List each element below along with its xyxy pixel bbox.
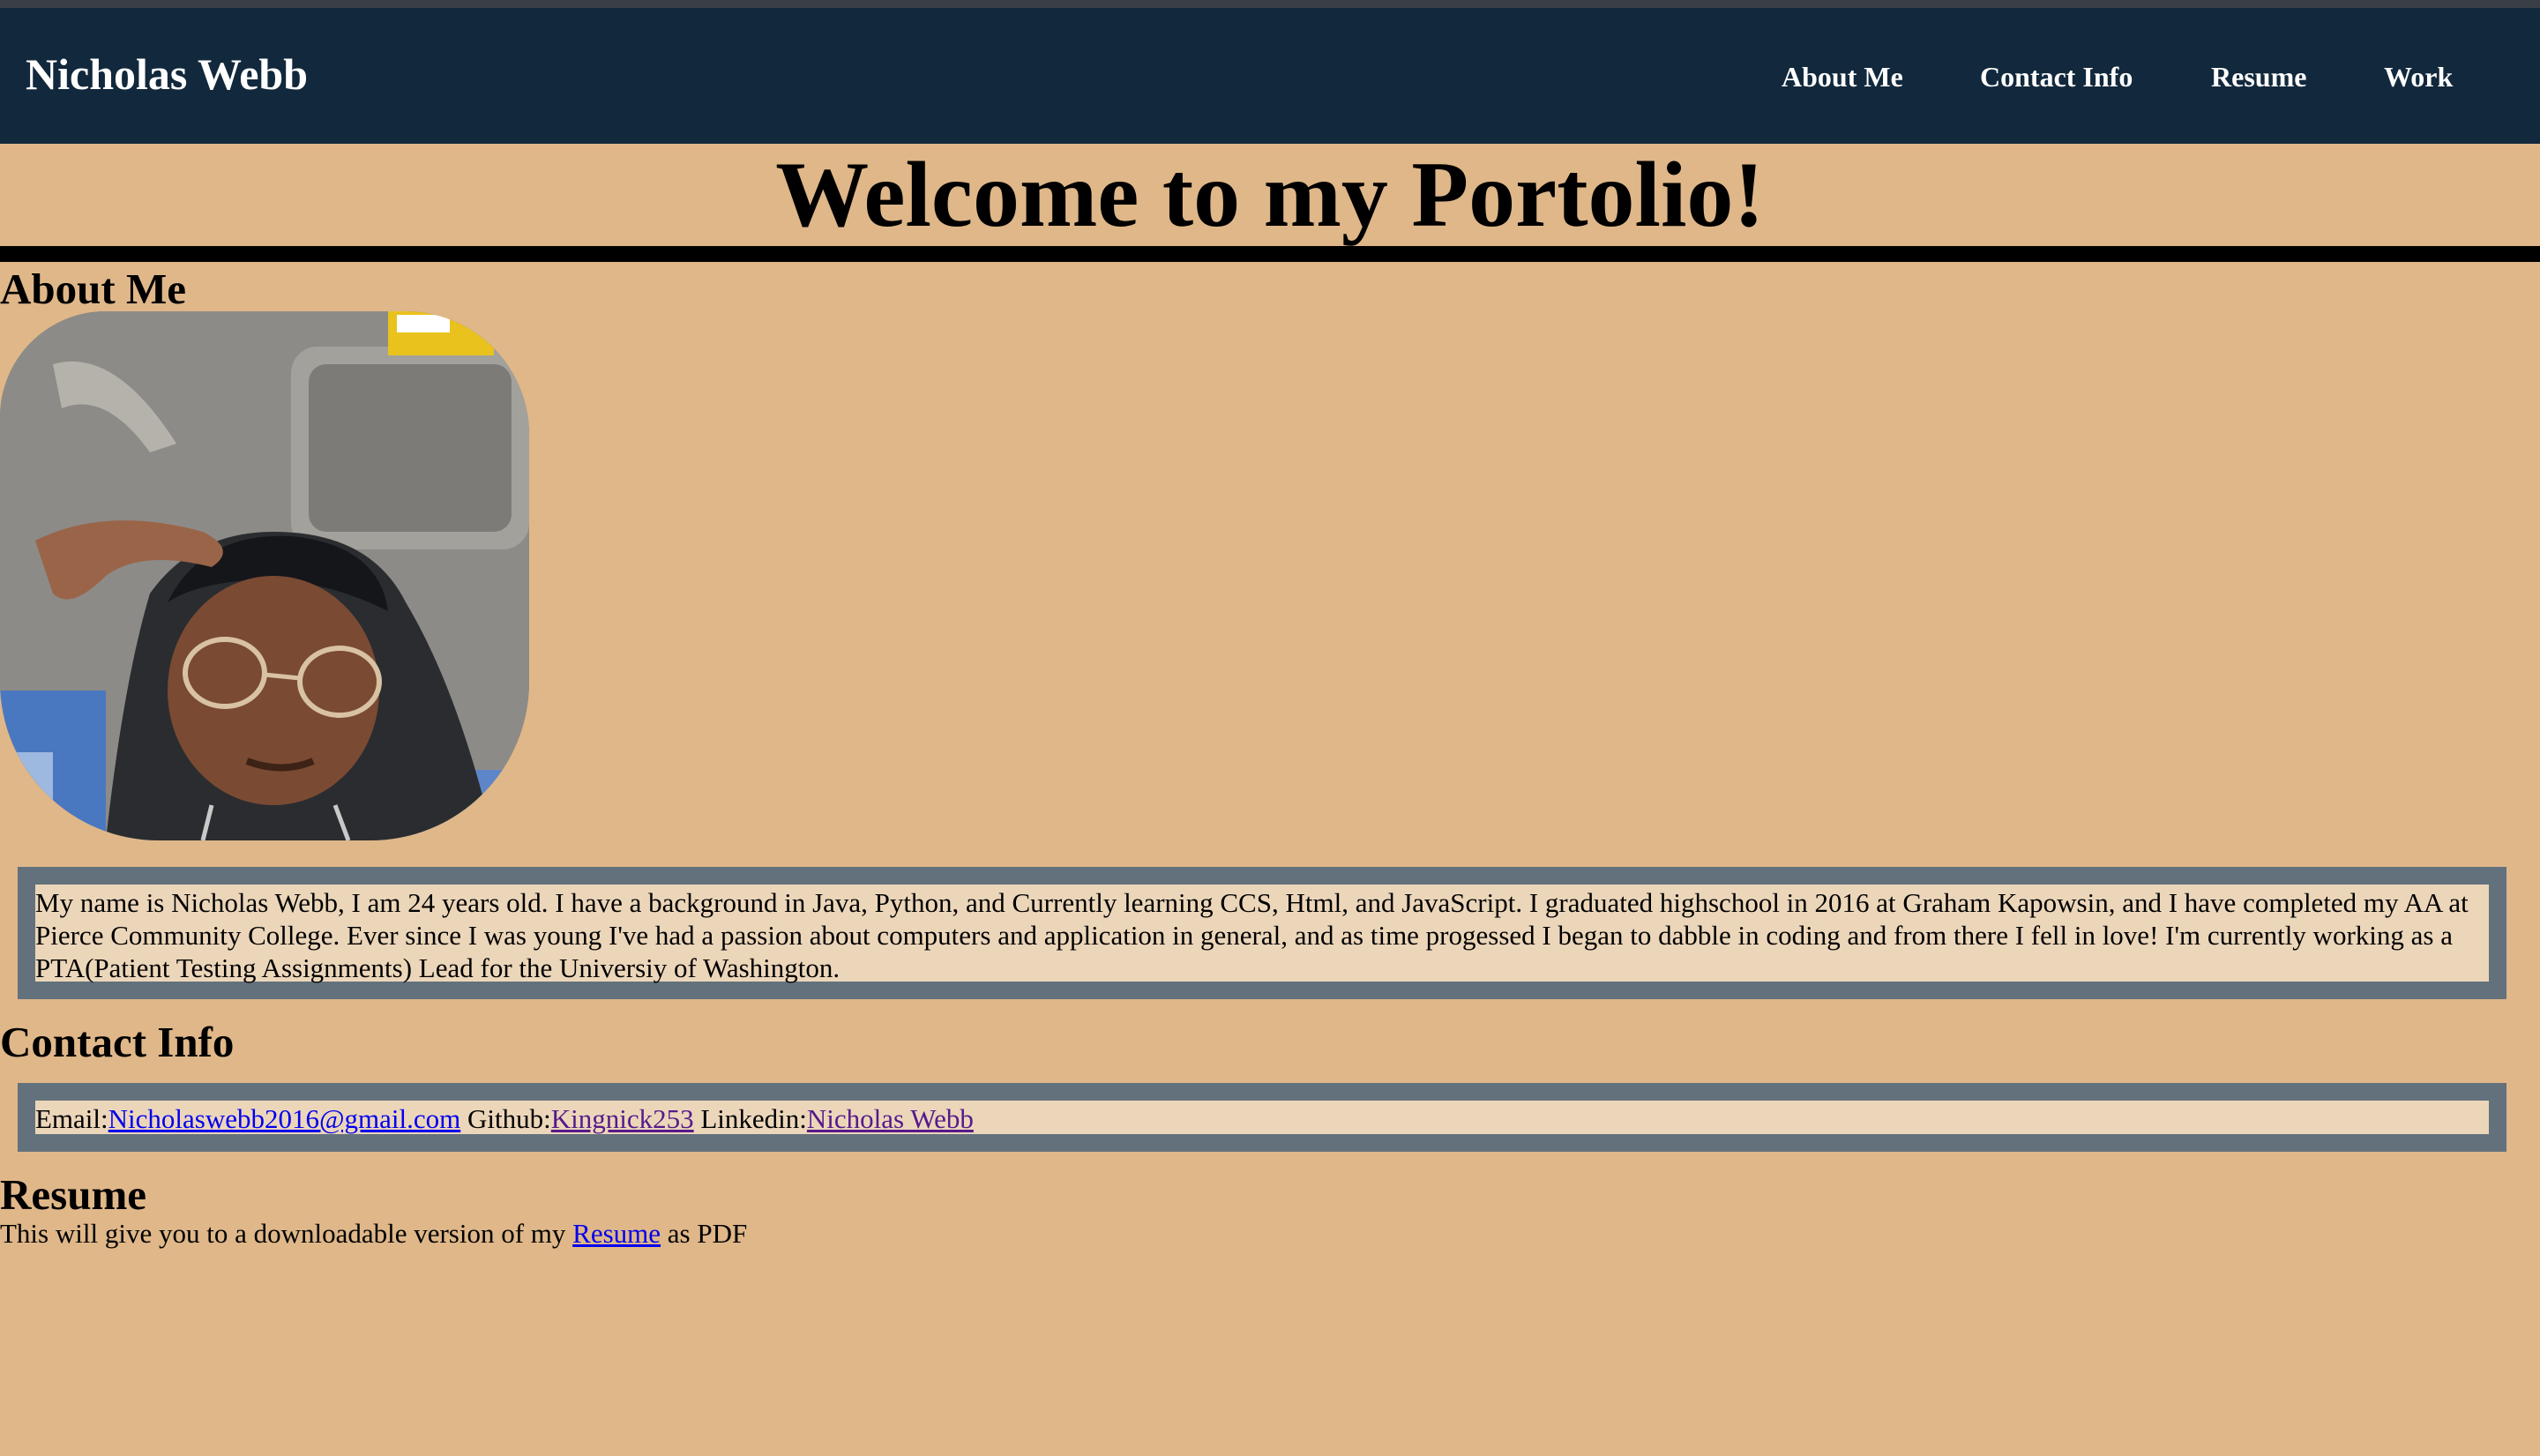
resume-text-after: as PDF — [661, 1218, 748, 1249]
resume-download-link[interactable]: Resume — [572, 1218, 661, 1249]
resume-text-before: This will give you to a downloadable ver… — [0, 1218, 573, 1249]
bio-box: My name is Nicholas Webb, I am 24 years … — [18, 867, 2506, 999]
brand-name[interactable]: Nicholas Webb — [26, 52, 308, 96]
profile-photo — [0, 311, 529, 840]
resume-heading: Resume — [0, 1170, 147, 1219]
contact-box: Email:Nicholaswebb2016@gmail.com Github:… — [18, 1083, 2506, 1152]
title-divider — [0, 246, 2540, 262]
contact-line: Email:Nicholaswebb2016@gmail.com Github:… — [35, 1101, 2489, 1135]
bio-text: My name is Nicholas Webb, I am 24 years … — [35, 887, 2469, 983]
github-link[interactable]: Kingnick253 — [551, 1103, 694, 1134]
nav-link-work[interactable]: Work — [2384, 63, 2453, 91]
navbar: Nicholas Webb About Me Contact Info Resu… — [0, 8, 2540, 144]
window-top-edge — [0, 0, 2540, 8]
email-label: Email: — [35, 1103, 108, 1134]
profile-photo-illustration — [0, 311, 529, 840]
resume-description: This will give you to a downloadable ver… — [0, 1217, 747, 1250]
nav-link-about-me[interactable]: About Me — [1782, 63, 1903, 91]
about-me-heading: About Me — [0, 265, 186, 313]
nav-link-contact-info[interactable]: Contact Info — [1980, 63, 2133, 91]
email-link[interactable]: Nicholaswebb2016@gmail.com — [108, 1103, 461, 1134]
page-title: Welcome to my Portolio! — [775, 143, 1765, 246]
contact-info-heading: Contact Info — [0, 1018, 235, 1066]
nav-link-resume[interactable]: Resume — [2211, 63, 2306, 91]
linkedin-link[interactable]: Nicholas Webb — [807, 1103, 974, 1134]
github-label: Github: — [467, 1103, 551, 1134]
linkedin-label: Linkedin: — [700, 1103, 807, 1134]
